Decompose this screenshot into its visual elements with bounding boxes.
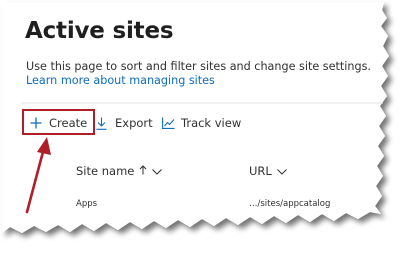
export-button[interactable]: Export (96, 114, 153, 132)
arrow-up-icon (139, 164, 147, 178)
line-chart-icon (162, 117, 175, 129)
column-header-site-name[interactable]: Site name (76, 164, 163, 178)
column-header-url-label: URL (249, 164, 272, 178)
export-button-label: Export (115, 116, 153, 130)
learn-more-link[interactable]: Learn more about managing sites (26, 74, 215, 87)
page-description: Use this page to sort and filter sites a… (26, 60, 371, 73)
column-header-url[interactable]: URL (249, 164, 287, 178)
track-view-button[interactable]: Track view (162, 114, 241, 132)
chevron-down-icon (152, 164, 163, 178)
page-title: Active sites (25, 18, 174, 44)
create-highlight-box (22, 109, 95, 135)
column-header-site-name-label: Site name (76, 164, 135, 178)
download-icon (96, 117, 107, 130)
table-row-url: …/sites/appcatalog (249, 199, 331, 209)
chevron-down-icon (276, 164, 287, 178)
active-sites-panel: Active sites Use this page to sort and f… (0, 0, 414, 255)
track-view-button-label: Track view (181, 116, 242, 130)
table-row-site-name[interactable]: Apps (76, 199, 97, 209)
